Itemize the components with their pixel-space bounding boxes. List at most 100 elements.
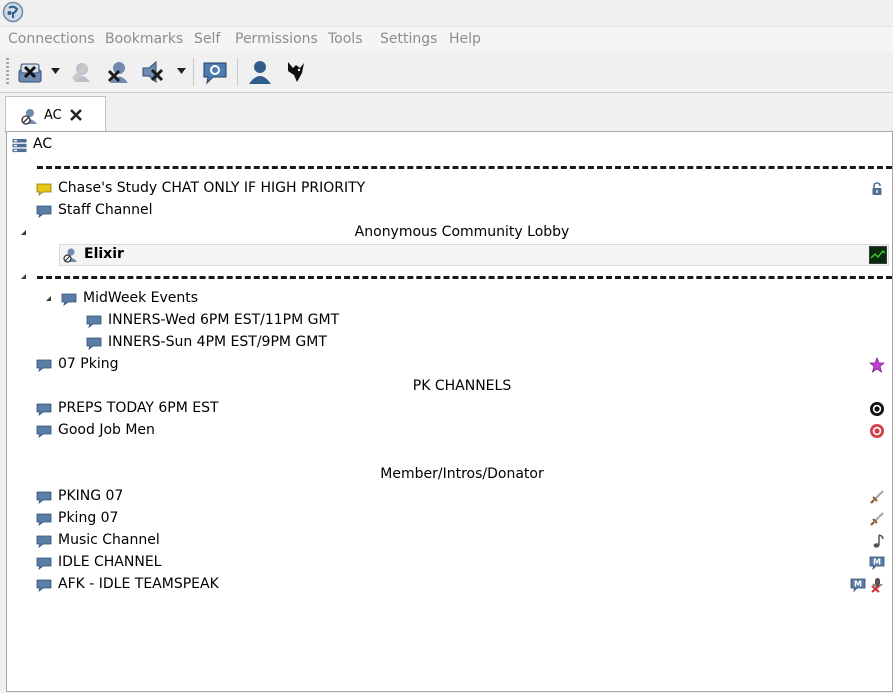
spacer-line — [37, 276, 892, 279]
spacer-channel-row[interactable] — [7, 266, 892, 288]
toolbar-grip[interactable] — [6, 58, 9, 86]
channel-name: MidWeek Events — [83, 290, 199, 306]
channel-row[interactable]: AFK - IDLE TEAMSPEAK M — [7, 574, 892, 596]
spacer-channel-row[interactable]: PK CHANNELS — [7, 376, 892, 398]
client-row[interactable]: Elixir — [7, 244, 892, 266]
channel-icon — [36, 535, 52, 548]
disconnect-button-icon[interactable] — [16, 58, 44, 86]
channel-icon — [36, 491, 52, 504]
channel-row[interactable]: Good Job Men — [7, 420, 892, 442]
channel-row[interactable]: Pking 07 — [7, 508, 892, 530]
channel-icon — [36, 205, 52, 218]
teamspeak-logo-icon — [2, 1, 24, 23]
channel-row[interactable]: PKING 07 — [7, 486, 892, 508]
toolbar — [0, 52, 893, 93]
channel-row[interactable]: INNERS-Wed 6PM EST/11PM GMT — [7, 310, 892, 332]
mute-speakers-button-icon[interactable] — [140, 58, 168, 86]
server-tab-bar: AC — [0, 93, 893, 133]
server-group-badge-icon — [869, 246, 887, 264]
moderated-icon: M — [850, 578, 866, 593]
channel-row[interactable]: INNERS-Sun 4PM EST/9PM GMT — [7, 332, 892, 354]
channel-name: Member/Intros/Donator — [380, 466, 544, 482]
channel-icon — [86, 337, 102, 350]
server-icon — [12, 139, 27, 153]
channel-name: Chase's Study CHAT ONLY IF HIGH PRIORITY — [58, 180, 366, 196]
lobby-channel-row[interactable]: Anonymous Community Lobby — [7, 222, 892, 244]
svg-text:M: M — [873, 558, 881, 567]
chat-button-icon[interactable] — [201, 58, 229, 86]
channel-row[interactable]: Chase's Study CHAT ONLY IF HIGH PRIORITY — [7, 178, 892, 200]
channel-name: PK CHANNELS — [412, 378, 512, 394]
channel-row[interactable]: PREPS TODAY 6PM EST — [7, 398, 892, 420]
channel-row[interactable]: IDLE CHANNEL M — [7, 552, 892, 574]
channel-name: Staff Channel — [58, 202, 153, 218]
menu-connections[interactable]: Connections — [8, 31, 95, 47]
wolf-plugin-button-icon[interactable] — [282, 58, 310, 86]
channel-row[interactable]: Music Channel — [7, 530, 892, 552]
channel-icon — [36, 403, 52, 416]
channel-tree[interactable]: AC Chase's Study CHAT ONLY IF HIGH PRIOR… — [6, 131, 893, 692]
channel-name: PKING 07 — [58, 488, 124, 504]
target-black-icon — [870, 402, 884, 416]
toolbar-separator — [237, 58, 238, 86]
channel-icon — [61, 293, 77, 306]
menu-bookmarks[interactable]: Bookmarks — [105, 31, 183, 47]
channel-icon — [36, 579, 52, 592]
channel-name: IDLE CHANNEL — [58, 554, 162, 570]
spacer-channel-row[interactable] — [7, 442, 892, 464]
channel-icon — [86, 315, 102, 328]
mute-speakers-dropdown-icon[interactable] — [177, 67, 186, 75]
menu-settings[interactable]: Settings — [380, 31, 437, 47]
channel-icon — [36, 359, 52, 372]
sword-icon — [870, 512, 884, 526]
close-tab-icon[interactable] — [68, 107, 84, 123]
server-tab[interactable]: AC — [5, 96, 106, 133]
spacer-line — [37, 166, 892, 169]
channel-row[interactable]: MidWeek Events — [7, 288, 892, 310]
channel-row[interactable]: Staff Channel — [7, 200, 892, 222]
target-red-icon — [870, 424, 884, 438]
star-icon — [869, 357, 885, 373]
music-note-icon — [873, 534, 884, 548]
expand-arrow-icon[interactable] — [18, 274, 26, 279]
channel-icon — [36, 557, 52, 570]
sword-icon — [870, 490, 884, 504]
svg-text:M: M — [854, 580, 862, 589]
menu-permissions[interactable]: Permissions — [235, 31, 318, 47]
password-lock-icon — [872, 182, 882, 195]
server-tab-label: AC — [44, 108, 62, 123]
channel-name: PREPS TODAY 6PM EST — [58, 400, 219, 416]
channel-name: Music Channel — [58, 532, 160, 548]
channel-name: INNERS-Wed 6PM EST/11PM GMT — [108, 312, 340, 328]
channel-icon — [36, 425, 52, 438]
moderated-icon: M — [869, 556, 885, 571]
client-highlight — [59, 244, 889, 266]
channel-icon — [36, 183, 52, 196]
expand-arrow-icon[interactable] — [43, 296, 51, 301]
channel-name: Pking 07 — [58, 510, 119, 526]
channel-name: 07 Pking — [58, 356, 119, 372]
server-root-row[interactable]: AC — [7, 134, 892, 156]
spacer-channel-row[interactable]: Member/Intros/Donator — [7, 464, 892, 486]
menu-help[interactable]: Help — [449, 31, 481, 47]
mute-microphone-button-icon[interactable] — [104, 58, 132, 86]
toolbar-separator — [193, 58, 194, 86]
channel-name: INNERS-Sun 4PM EST/9PM GMT — [108, 334, 327, 350]
channel-name: Good Job Men — [58, 422, 155, 438]
server-name: AC — [33, 136, 53, 152]
spacer-channel-row[interactable] — [7, 156, 892, 178]
disconnect-dropdown-icon[interactable] — [51, 67, 60, 75]
contacts-button-icon[interactable] — [245, 58, 273, 86]
channel-name: AFK - IDLE TEAMSPEAK — [58, 576, 219, 592]
no-microphone-icon — [871, 578, 883, 593]
channel-name: Anonymous Community Lobby — [354, 224, 570, 240]
away-button-icon[interactable] — [68, 58, 96, 86]
menu-tools[interactable]: Tools — [328, 31, 363, 47]
menu-bar: Connections Bookmarks Self Permissions T… — [0, 26, 893, 53]
server-tab-status-icon — [21, 109, 37, 125]
client-status-icon — [63, 248, 77, 263]
window-titlebar — [0, 0, 893, 26]
channel-icon — [36, 513, 52, 526]
channel-row[interactable]: 07 Pking — [7, 354, 892, 376]
menu-self[interactable]: Self — [194, 31, 220, 47]
